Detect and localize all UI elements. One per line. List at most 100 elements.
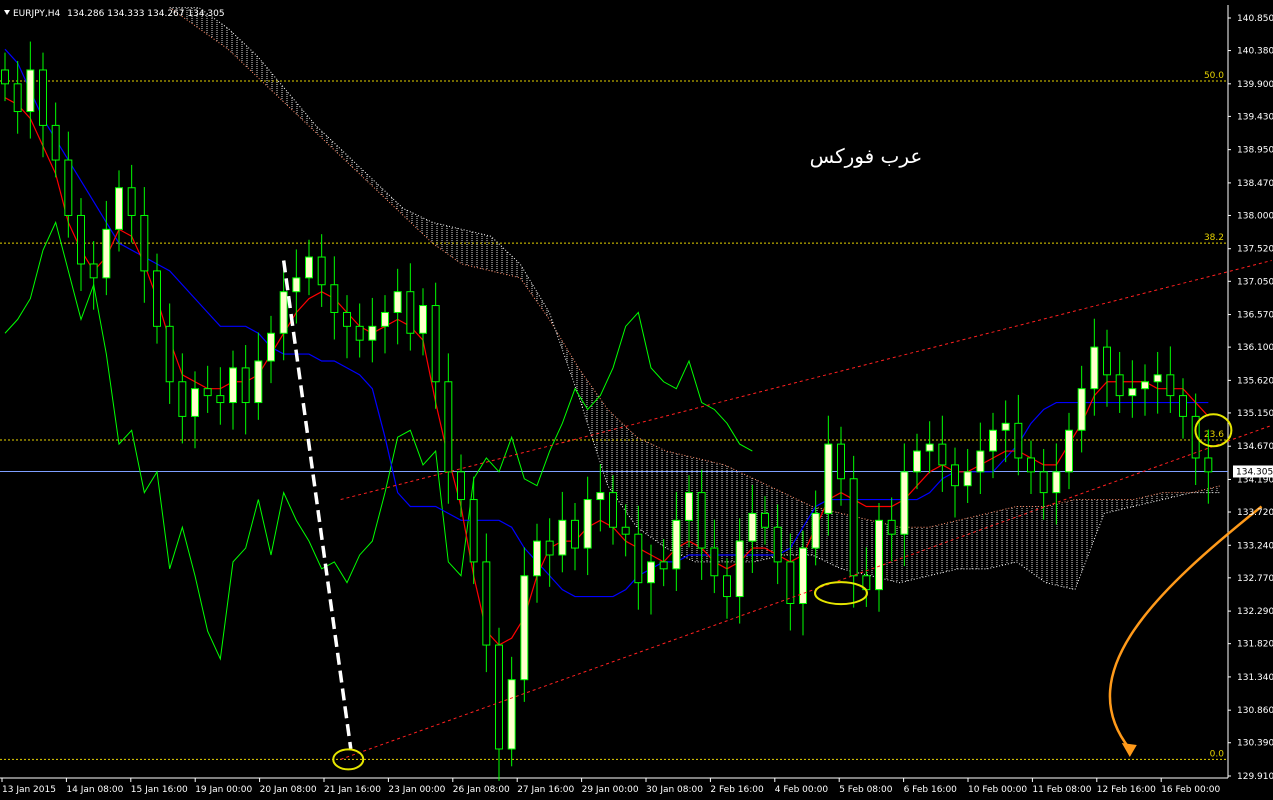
fib-label-0.0: 0.0 xyxy=(1210,749,1225,759)
candle-body xyxy=(571,519,579,549)
candle-body xyxy=(13,83,22,113)
candle-body xyxy=(1115,374,1124,397)
candle-body xyxy=(229,367,237,404)
candle-body xyxy=(748,512,757,542)
x-tick-label: 13 Jan 2015 xyxy=(2,785,56,795)
candle-body xyxy=(1153,374,1162,383)
y-tick-label: 132.770 xyxy=(1237,574,1273,584)
y-tick-label: 131.340 xyxy=(1237,673,1273,683)
candle-body xyxy=(178,381,187,417)
candle-body xyxy=(279,291,288,334)
candle-body xyxy=(925,443,934,452)
y-tick-label: 134.670 xyxy=(1237,442,1273,452)
x-tick-label: 11 Feb 08:00 xyxy=(1032,785,1091,795)
y-tick-label: 130.860 xyxy=(1237,706,1273,716)
y-tick-label: 140.850 xyxy=(1237,14,1273,24)
x-tick-label: 19 Jan 00:00 xyxy=(195,785,252,795)
y-tick-label: 138.950 xyxy=(1237,146,1273,156)
candle-body xyxy=(913,450,921,473)
candle-body xyxy=(482,561,491,646)
x-tick-label: 15 Jan 16:00 xyxy=(131,785,188,795)
candle-body xyxy=(773,526,782,563)
candle-body xyxy=(241,367,250,404)
candle-body xyxy=(444,381,453,473)
candle-body xyxy=(368,325,377,341)
y-tick-label: 140.380 xyxy=(1237,47,1273,57)
candle-body xyxy=(355,325,364,341)
candle-body xyxy=(419,305,427,334)
candle-body xyxy=(887,519,896,535)
candle-body xyxy=(343,311,351,327)
candle-body xyxy=(1090,346,1099,390)
watermark-text: عرب فوركس xyxy=(810,144,923,168)
y-tick-label: 135.620 xyxy=(1237,376,1273,386)
candle-body xyxy=(507,679,516,750)
candle-body xyxy=(203,388,212,397)
x-tick-label: 2 Feb 16:00 xyxy=(710,785,764,795)
candle-body xyxy=(89,263,98,279)
candle-body xyxy=(140,214,149,272)
chart-svg[interactable]: 50.0 38.2 23.6 0.0 140.850 140.380 139.900 139… xyxy=(0,0,1273,796)
candle-body xyxy=(1077,388,1086,431)
x-tick-label: 21 Jan 16:00 xyxy=(324,785,381,795)
y-tick-label: 137.520 xyxy=(1237,245,1273,255)
x-tick-label: 26 Jan 08:00 xyxy=(453,785,510,795)
candle-body xyxy=(1,69,9,85)
candle-body xyxy=(634,533,643,584)
candle-body xyxy=(305,256,313,279)
candle-body xyxy=(254,360,263,404)
y-tick-label: 131.820 xyxy=(1237,640,1273,650)
candle-body xyxy=(191,388,199,417)
candle-body xyxy=(710,547,719,577)
candle-body xyxy=(1065,429,1073,473)
candle-body xyxy=(115,187,123,230)
candle-body xyxy=(621,526,630,535)
y-tick-label: 136.570 xyxy=(1237,311,1273,321)
current-price-label: 134.305 xyxy=(1236,467,1273,477)
y-tick-label: 139.900 xyxy=(1237,80,1273,90)
candle-body xyxy=(26,69,35,113)
candle-body xyxy=(951,464,959,487)
candle-body xyxy=(1103,346,1111,376)
candle-body xyxy=(127,187,136,216)
chart-header: EURJPY,H4 134.286 134.333 134.267 134.30… xyxy=(4,9,225,19)
candle-body xyxy=(647,561,655,584)
candle-body xyxy=(1052,471,1061,494)
svg-text:EURJPY,H4 134.286 134.: EURJPY,H4 134.286 134.333 134.267 134.30… xyxy=(13,9,225,19)
candle-body xyxy=(735,540,744,598)
candle-body xyxy=(102,228,111,279)
x-tick-label: 16 Feb 00:00 xyxy=(1161,785,1220,795)
candle-body xyxy=(963,471,972,487)
candle-body xyxy=(51,124,60,161)
x-tick-label: 30 Jan 08:00 xyxy=(646,785,703,795)
candle-body xyxy=(723,575,731,598)
candle-body xyxy=(1027,457,1035,473)
candle-body xyxy=(824,443,833,514)
candle-body xyxy=(1128,388,1137,397)
ohlc-label: 134.286 134.333 134.267 134.305 xyxy=(67,9,224,19)
chart-area[interactable]: 50.0 38.2 23.6 0.0 140.850 140.380 139.900 139… xyxy=(0,0,1273,796)
candle-body xyxy=(533,540,541,577)
candle-body xyxy=(393,291,402,313)
candle-body xyxy=(558,519,567,556)
fib-label-50.0: 50.0 xyxy=(1204,71,1224,81)
fib-label-23.6: 23.6 xyxy=(1204,430,1224,440)
candle-body xyxy=(938,443,947,466)
candle-body xyxy=(697,492,706,549)
candle-body xyxy=(1179,395,1187,417)
candle-body xyxy=(1166,374,1175,397)
candle-body xyxy=(609,492,617,528)
candle-body xyxy=(1204,457,1213,473)
candle-body xyxy=(596,492,605,501)
y-tick-label: 136.100 xyxy=(1237,343,1273,353)
candle-body xyxy=(1141,381,1149,390)
candle-body xyxy=(900,471,909,535)
x-tick-label: 10 Feb 00:00 xyxy=(968,785,1027,795)
candle-body xyxy=(216,395,225,404)
y-tick-label: 139.430 xyxy=(1237,112,1273,122)
x-tick-label: 12 Feb 16:00 xyxy=(1097,785,1156,795)
candle-body xyxy=(39,69,47,126)
candle-body xyxy=(583,499,592,549)
y-tick-label: 135.150 xyxy=(1237,409,1273,419)
candle-body xyxy=(520,575,529,681)
